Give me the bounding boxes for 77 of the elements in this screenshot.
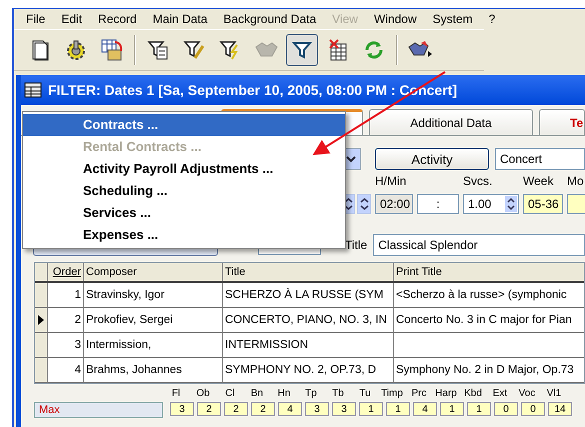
count-field[interactable]: 3 — [170, 402, 194, 416]
activity-button[interactable]: Activity — [375, 148, 489, 170]
count-field[interactable]: 2 — [197, 402, 221, 416]
instrument-label: Fl — [170, 388, 182, 400]
table-cell-text: Concerto No. 3 in C major for Pian — [395, 313, 573, 328]
column-header[interactable]: Title — [223, 263, 394, 281]
menu-item[interactable]: System — [424, 12, 481, 26]
instrument-label: Ob — [195, 388, 211, 400]
menu-item[interactable]: Contracts ... — [23, 114, 345, 136]
count-field[interactable]: 2 — [224, 402, 248, 416]
count-field[interactable]: 4 — [413, 402, 437, 416]
field-label: Mo — [567, 174, 585, 188]
menu-item[interactable]: Background Data — [215, 12, 324, 26]
menu-item[interactable]: Scheduling ... — [23, 180, 345, 202]
count-field[interactable]: 1 — [359, 402, 383, 416]
instrument-label: Vl1 — [546, 388, 562, 400]
row-label: Max — [34, 402, 163, 418]
instrument-label: Bn — [250, 388, 264, 400]
menu-item[interactable]: Edit — [53, 12, 90, 26]
instrument-label: Timp — [380, 388, 404, 400]
instrument-label: Tb — [331, 388, 345, 400]
tab[interactable]: Additional Data — [369, 109, 533, 135]
table-cell: 3 — [48, 333, 84, 357]
count-field[interactable]: 3 — [305, 402, 329, 416]
instrument-label: Cl — [224, 388, 236, 400]
table-cell: CONCERTO, PIANO, NO. 3, IN — [223, 308, 394, 332]
instrument-label: Kbd — [463, 388, 483, 400]
count-field[interactable]: 4 — [278, 402, 302, 416]
count-field[interactable]: 3 — [332, 402, 356, 416]
count-field[interactable]: 0 — [494, 402, 518, 416]
menu-item[interactable]: ? — [480, 12, 504, 26]
activity-field[interactable]: Concert — [495, 148, 585, 170]
instrument-label: Prc — [410, 388, 428, 400]
count-field[interactable]: 0 — [521, 402, 545, 416]
time-field[interactable]: : — [417, 194, 459, 214]
instrument-label: Hn — [276, 388, 292, 400]
column-header[interactable]: Composer — [84, 263, 223, 281]
title-field[interactable]: Classical Splendor — [373, 234, 585, 256]
instrument-label: Ext — [492, 388, 508, 400]
menu-item[interactable]: Main Data — [144, 12, 216, 26]
menu-item[interactable]: Services ... — [23, 202, 345, 224]
table-cell: Intermission, — [84, 333, 223, 357]
table-cell: Prokofiev, Sergei — [84, 308, 223, 332]
menu-item[interactable]: Activity Payroll Adjustments ... — [23, 158, 345, 180]
field-label: Title — [345, 238, 368, 252]
table-cell-text: Symphony No. 2 in D Major, Op.73 — [395, 363, 575, 378]
menu-item[interactable]: Window — [366, 12, 425, 26]
field-label: Svcs. — [463, 174, 494, 188]
table-cell: 2 — [48, 308, 84, 332]
count-field[interactable]: 1 — [386, 402, 410, 416]
instrument-label: Tp — [304, 388, 318, 400]
menu-item[interactable]: Expenses ... — [23, 224, 345, 246]
week-field[interactable]: 05-36 — [523, 194, 563, 214]
instrument-label: Voc — [518, 388, 536, 400]
table-cell: SCHERZO À LA RUSSE (SYM — [223, 283, 394, 307]
menu-item[interactable]: Record — [90, 12, 145, 26]
column-header[interactable]: Order — [48, 263, 84, 281]
table-cell: INTERMISSION — [223, 333, 394, 357]
table-cell-text: <Scherzo à la russe> (symphonic — [395, 288, 568, 303]
count-field[interactable]: 1 — [440, 402, 464, 416]
count-field[interactable]: 14 — [548, 402, 572, 416]
field-label: H/Min — [375, 174, 408, 188]
instrument-label: Tu — [358, 388, 372, 400]
field-label: Week — [523, 174, 554, 188]
table-cell: 4 — [48, 358, 84, 382]
table-cell: SYMPHONY NO. 2, OP.73, D — [223, 358, 394, 382]
services-field[interactable]: 1.00 — [463, 194, 519, 214]
count-field[interactable]: 2 — [251, 402, 275, 416]
instrument-label: Harp — [434, 388, 458, 400]
table-cell: 1 — [48, 283, 84, 307]
table-cell: Stravinsky, Igor — [84, 283, 223, 307]
count-field[interactable]: 1 — [467, 402, 491, 416]
column-header[interactable]: Print Title — [394, 263, 584, 281]
duration-field[interactable]: 02:00 — [375, 194, 413, 214]
menu-item[interactable]: File — [18, 12, 54, 26]
tab[interactable]: Te — [539, 109, 585, 135]
table-cell: Brahms, Johannes — [84, 358, 223, 382]
